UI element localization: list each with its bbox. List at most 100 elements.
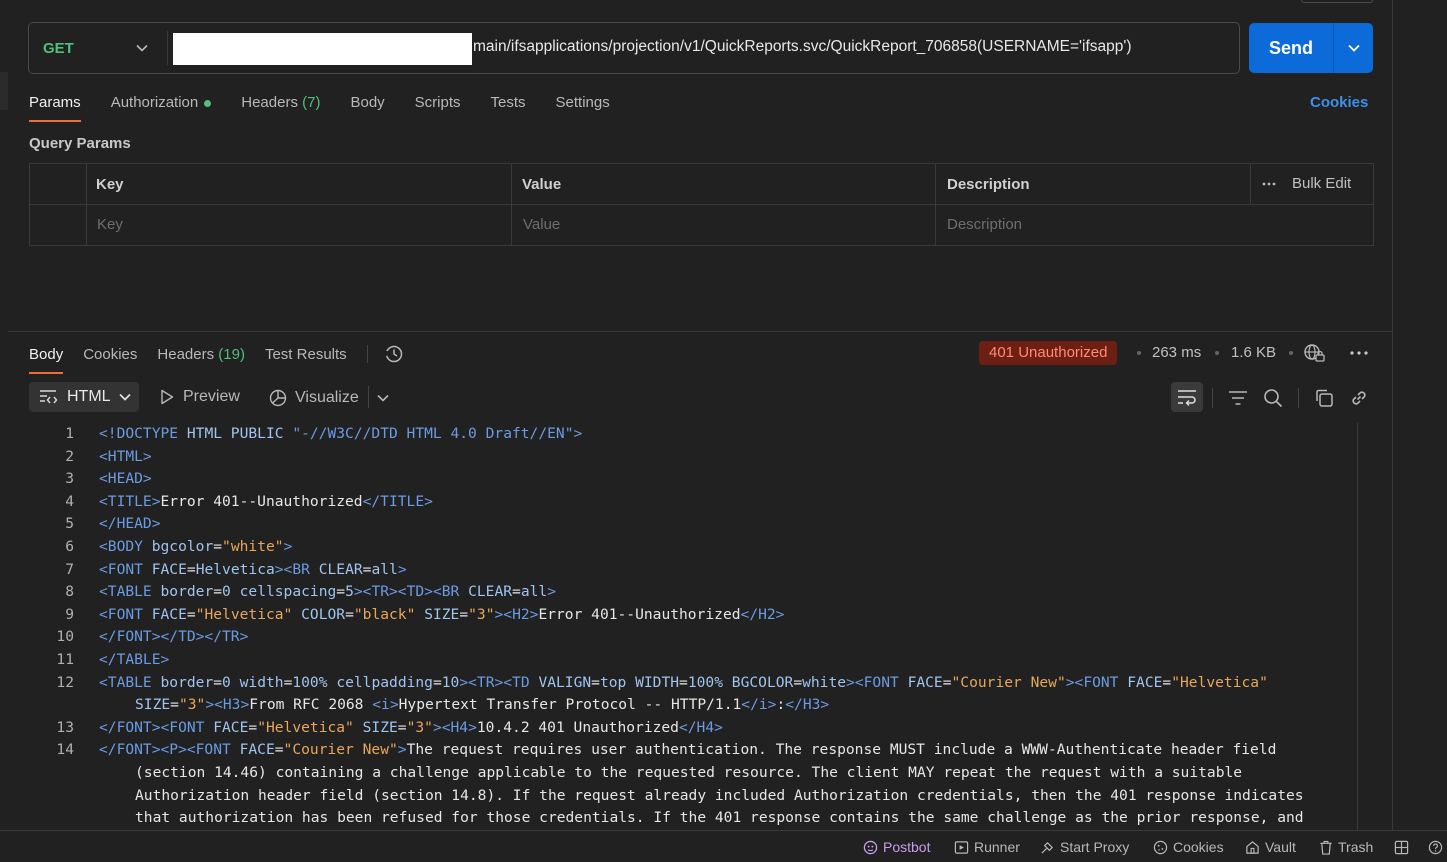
line-number: 8 <box>65 583 74 601</box>
tab-headers[interactable]: Headers (7) <box>241 94 320 111</box>
trash-icon <box>1320 840 1332 855</box>
cookies-footer-label: Cookies <box>1173 839 1224 855</box>
status-badge[interactable]: 401 Unauthorized <box>979 341 1118 365</box>
line-number: 6 <box>65 537 74 555</box>
send-button-group: Send <box>1249 23 1373 73</box>
wrap-lines-button[interactable] <box>1171 382 1203 412</box>
tab-test-results[interactable]: Test Results <box>265 346 347 363</box>
tab-response-cookies[interactable]: Cookies <box>83 346 137 363</box>
runner-button[interactable]: Runner <box>954 839 1020 855</box>
code-line: Authorization header field (section 14.8… <box>0 785 1340 808</box>
table-header-row: Key Value Description Bulk Edit <box>30 164 1373 205</box>
vault-label: Vault <box>1265 839 1296 855</box>
layout-icon[interactable] <box>1394 840 1409 855</box>
more-icon <box>1262 182 1276 185</box>
column-key: Key <box>96 176 124 193</box>
help-icon[interactable] <box>1428 840 1443 855</box>
tab-scripts[interactable]: Scripts <box>415 94 461 111</box>
vault-button[interactable]: Vault <box>1245 839 1296 855</box>
preview-label: Preview <box>183 388 240 405</box>
code-format-icon <box>40 390 58 404</box>
link-icon[interactable] <box>1349 388 1369 408</box>
code-text: <FONT FACE="Helvetica" COLOR="black" SIZ… <box>99 605 785 623</box>
start-proxy-button[interactable]: Start Proxy <box>1040 839 1129 855</box>
code-text: </FONT><FONT FACE="Helvetica" SIZE="3"><… <box>99 718 723 736</box>
start-proxy-label: Start Proxy <box>1060 839 1130 855</box>
code-text: (section 14.46) containing a challenge a… <box>135 763 1243 781</box>
chevron-down-icon <box>118 393 131 401</box>
code-line: 12 <TABLE border=0 width=100% cellpadding… <box>0 672 1340 695</box>
code-line: 9 <FONT FACE="Helvetica" COLOR="black" SI… <box>0 604 1340 627</box>
visualize-icon <box>269 389 287 407</box>
cookies-button[interactable]: Cookies <box>1153 839 1224 855</box>
column-description: Description <box>947 176 1030 193</box>
code-text: <!DOCTYPE HTML PUBLIC "-//W3C//DTD HTML … <box>99 425 583 442</box>
code-text: Authorization header field (section 14.8… <box>135 786 1304 804</box>
tab-authorization[interactable]: Authorization <box>111 94 212 111</box>
column-divider <box>86 164 87 245</box>
line-number: 4 <box>65 492 74 510</box>
url-input[interactable]: main/ifsapplications/projection/v1/Quick… <box>473 38 1132 56</box>
query-params-title: Query Params <box>29 135 131 152</box>
format-label: HTML <box>67 388 111 405</box>
code-line: 8 <TABLE border=0 cellspacing=5><TR><TD><… <box>0 581 1340 604</box>
wrap-lines-icon <box>1178 390 1196 406</box>
code-line: 4 <TITLE>Error 401--Unauthorized</TITLE> <box>0 491 1340 514</box>
cookies-link[interactable]: Cookies <box>1310 94 1368 111</box>
code-line: 11 </TABLE> <box>0 649 1340 672</box>
cookie-icon <box>1153 840 1168 854</box>
preview-button[interactable]: Preview <box>160 388 240 406</box>
column-value: Value <box>522 176 562 193</box>
globe-lock-icon[interactable] <box>1303 343 1325 363</box>
code-text: <TABLE border=0 cellspacing=5><TR><TD><B… <box>99 583 556 601</box>
tab-settings[interactable]: Settings <box>556 94 610 111</box>
filter-icon[interactable] <box>1228 389 1248 407</box>
line-number: 10 <box>56 628 74 646</box>
send-button[interactable]: Send <box>1249 38 1333 59</box>
tab-params[interactable]: Params <box>29 94 81 122</box>
code-line: (section 14.46) containing a challenge a… <box>0 762 1340 785</box>
tab-body[interactable]: Body <box>350 94 384 111</box>
key-input[interactable]: Key <box>97 216 123 233</box>
code-line: 10 </FONT></TD></TR> <box>0 626 1340 649</box>
bulk-edit-button[interactable]: Bulk Edit <box>1262 175 1351 192</box>
postbot-button[interactable]: Postbot <box>863 839 930 855</box>
scrollbar-track[interactable] <box>1357 423 1358 830</box>
line-number: 14 <box>56 741 74 759</box>
status-bar: Postbot Runner Start Proxy Cookies Vault… <box>0 830 1447 862</box>
tab-response-headers[interactable]: Headers (19) <box>157 346 245 363</box>
tab-headers-label: Headers <box>241 94 298 111</box>
vault-icon <box>1246 840 1259 854</box>
code-line: 1 <!DOCTYPE HTML PUBLIC "-//W3C//DTD HTML… <box>0 423 1340 446</box>
code-line: 2 <HTML> <box>0 446 1340 469</box>
tab-separator <box>366 345 368 363</box>
pane-divider[interactable] <box>8 331 1393 332</box>
trash-button[interactable]: Trash <box>1319 839 1373 855</box>
history-icon[interactable] <box>384 344 404 364</box>
chevron-down-icon[interactable] <box>377 394 389 402</box>
tab-tests[interactable]: Tests <box>491 94 526 111</box>
meta-separator <box>1137 351 1141 355</box>
code-text: </FONT><P><FONT FACE="Courier New">The r… <box>99 741 1277 759</box>
format-select[interactable]: HTML <box>29 382 139 412</box>
send-options-button[interactable] <box>1334 44 1373 52</box>
description-input[interactable]: Description <box>947 216 1022 233</box>
more-icon[interactable] <box>1350 351 1368 355</box>
copy-icon[interactable] <box>1314 388 1334 408</box>
tab-response-body[interactable]: Body <box>29 346 64 374</box>
code-text: that authorization has been refused for … <box>135 809 1304 827</box>
value-input[interactable]: Value <box>523 216 560 233</box>
code-text: SIZE="3"><H3>From RFC 2068 <i>Hypertext … <box>135 696 830 714</box>
search-icon[interactable] <box>1263 388 1283 408</box>
line-number: 1 <box>65 425 74 442</box>
code-text: <TITLE>Error 401--Unauthorized</TITLE> <box>99 492 433 510</box>
line-number: 7 <box>65 560 74 578</box>
response-time[interactable]: 263 ms <box>1152 344 1201 361</box>
line-number: 12 <box>56 673 74 691</box>
visualize-button[interactable]: Visualize <box>268 388 359 408</box>
method-selector[interactable]: GET <box>29 23 167 73</box>
response-body-code[interactable]: 1 <!DOCTYPE HTML PUBLIC "-//W3C//DTD HTML… <box>0 423 1340 830</box>
tab-response-headers-label: Headers <box>157 345 215 363</box>
query-params-table: Key Value Description Bulk Edit Key Valu… <box>29 163 1374 246</box>
response-size[interactable]: 1.6 KB <box>1231 344 1276 361</box>
